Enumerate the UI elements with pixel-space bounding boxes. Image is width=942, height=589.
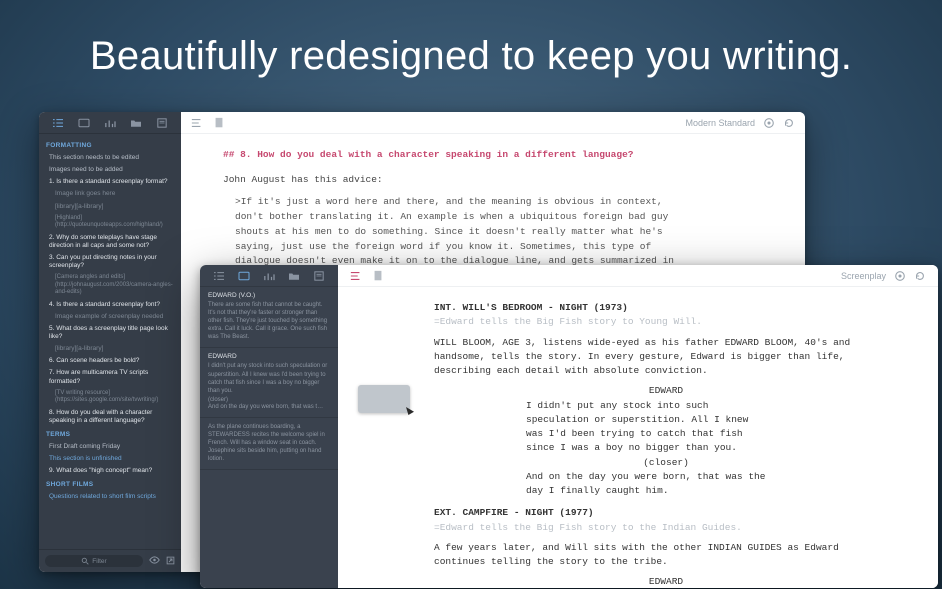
- sidebar-tab-outline[interactable]: [212, 271, 226, 281]
- dialogue-card[interactable]: EDWARD (V.O.) There are some fish that c…: [200, 287, 338, 348]
- outline-item[interactable]: Images need to be added: [39, 164, 181, 176]
- character-cue: EDWARD: [516, 384, 816, 398]
- sidebar-tab-stats[interactable]: [262, 271, 276, 281]
- doc-quote: shouts at his men to do something. Since…: [223, 225, 777, 240]
- dialogue-block: And on the day you were born, that was t…: [526, 470, 806, 499]
- outline-heading-formatting: FORMATTING: [39, 138, 181, 152]
- scene-heading: EXT. CAMPFIRE - NIGHT (1977): [434, 506, 898, 520]
- hero-headline: Beautifully redesigned to keep you writi…: [0, 34, 942, 79]
- outline-heading-terms: TERMS: [39, 427, 181, 441]
- sidebar-tab-stats[interactable]: [103, 118, 117, 128]
- card-tail: And on the day you were born, that was t…: [208, 403, 330, 411]
- sidebar-tab-notes[interactable]: [155, 118, 169, 128]
- card-body: There are some fish that cannot be caugh…: [208, 301, 330, 341]
- doc-quote: saying, just use the foreign word if you…: [223, 240, 777, 255]
- page-thumbnail-cursor[interactable]: [358, 385, 410, 413]
- screenplay-content[interactable]: INT. WILL'S BEDROOM - NIGHT (1973) =Edwa…: [338, 287, 938, 588]
- outline-subitem[interactable]: Image example of screenplay needed: [39, 311, 181, 323]
- filter-placeholder: Filter: [92, 558, 106, 565]
- card-body: As the plane continues boarding, a STEWA…: [208, 423, 330, 463]
- scene-heading: INT. WILL'S BEDROOM - NIGHT (1973): [434, 301, 898, 315]
- cards-sidebar: EDWARD (V.O.) There are some fish that c…: [200, 265, 338, 588]
- outline-item[interactable]: 4. Is there a standard screenplay font?: [39, 299, 181, 311]
- toggle-sidebar-icon[interactable]: [350, 270, 362, 282]
- scene-note: =Edward tells the Big Fish story to the …: [434, 521, 898, 535]
- refresh-icon[interactable]: [783, 117, 795, 129]
- card-title: EDWARD: [208, 353, 330, 360]
- template-label[interactable]: Modern Standard: [685, 118, 755, 128]
- character-cue: EDWARD: [516, 575, 816, 588]
- outline-list[interactable]: FORMATTING This section needs to be edit…: [39, 134, 181, 549]
- outline-heading-short-films: SHORT FILMS: [39, 477, 181, 491]
- outline-item[interactable]: This section needs to be edited: [39, 152, 181, 164]
- search-icon: [81, 557, 89, 565]
- sidebar-tab-outline[interactable]: [51, 118, 65, 128]
- outline-item[interactable]: 1. Is there a standard screenplay format…: [39, 176, 181, 188]
- sidebar-footer: Filter: [39, 549, 181, 572]
- outline-subitem[interactable]: [Camera angles and edits](http://johnaug…: [39, 272, 181, 299]
- settings-icon[interactable]: [763, 117, 775, 129]
- page-view-icon[interactable]: [213, 117, 225, 129]
- preview-icon[interactable]: [149, 556, 160, 566]
- doc-quote: >If it's just a word here and there, and…: [223, 195, 777, 210]
- settings-icon[interactable]: [894, 270, 906, 282]
- editor-pane: Screenplay INT. WILL'S BEDROOM - NIGHT (…: [338, 265, 938, 588]
- action-line: WILL BLOOM, AGE 3, listens wide-eyed as …: [434, 336, 898, 379]
- dialogue-card[interactable]: EDWARD I didn't put any stock into such …: [200, 348, 338, 417]
- outline-item[interactable]: 7. How are multicamera TV scripts format…: [39, 367, 181, 387]
- outline-item[interactable]: 2. Why do some teleplays have stage dire…: [39, 232, 181, 252]
- doc-quote: don't bother translating it. An example …: [223, 210, 777, 225]
- export-icon[interactable]: [166, 556, 175, 567]
- outline-subitem[interactable]: Image link goes here: [39, 188, 181, 200]
- outline-subitem[interactable]: [TV writing resource](https://sites.goog…: [39, 388, 181, 407]
- sidebar-tab-files[interactable]: [129, 118, 143, 128]
- toggle-sidebar-icon[interactable]: [191, 117, 203, 129]
- outline-subitem[interactable]: [library][a-library]: [39, 343, 181, 355]
- card-title: EDWARD (V.O.): [208, 292, 330, 299]
- card-body: I didn't put any stock into such specula…: [208, 362, 330, 394]
- outline-item[interactable]: First Draft coming Friday: [39, 441, 181, 453]
- sidebar-tab-cards[interactable]: [77, 118, 91, 128]
- sidebar-tab-row: [39, 112, 181, 134]
- outline-item[interactable]: 8. How do you deal with a character spea…: [39, 407, 181, 427]
- outline-item[interactable]: This section is unfinished: [39, 453, 181, 465]
- sidebar-tab-notes[interactable]: [312, 271, 326, 281]
- sidebar-tab-cards[interactable]: [237, 271, 251, 281]
- sidebar-tab-files[interactable]: [287, 271, 301, 281]
- outline-item[interactable]: 9. What does "high concept" mean?: [39, 465, 181, 477]
- parenthetical: (closer): [566, 456, 766, 470]
- action-line: A few years later, and Will sits with th…: [434, 541, 898, 570]
- doc-line: John August has this advice:: [223, 173, 777, 188]
- window-screenplay-editor: EDWARD (V.O.) There are some fish that c…: [200, 265, 938, 588]
- editor-toolbar: Screenplay: [338, 265, 938, 287]
- outline-subitem[interactable]: [Highland](http://quoteunquoteapps.com/h…: [39, 213, 181, 232]
- editor-toolbar: Modern Standard: [181, 112, 805, 134]
- refresh-icon[interactable]: [914, 270, 926, 282]
- doc-heading: ## 8. How do you deal with a character s…: [223, 148, 777, 163]
- sidebar-tab-row: [200, 265, 338, 287]
- action-card[interactable]: As the plane continues boarding, a STEWA…: [200, 418, 338, 470]
- template-label[interactable]: Screenplay: [841, 271, 886, 281]
- filter-input[interactable]: Filter: [45, 555, 143, 567]
- outline-item[interactable]: 3. Can you put directing notes in your s…: [39, 252, 181, 272]
- scene-note: =Edward tells the Big Fish story to Youn…: [434, 315, 898, 329]
- outline-item[interactable]: 5. What does a screenplay title page loo…: [39, 323, 181, 343]
- outline-sidebar: FORMATTING This section needs to be edit…: [39, 112, 181, 572]
- page-view-icon[interactable]: [372, 270, 384, 282]
- dialogue-block: I didn't put any stock into such specula…: [526, 399, 806, 456]
- outline-subitem[interactable]: [library][a-library]: [39, 201, 181, 213]
- outline-item[interactable]: 6. Can scene headers be bold?: [39, 355, 181, 367]
- outline-item[interactable]: Questions related to short film scripts: [39, 491, 181, 503]
